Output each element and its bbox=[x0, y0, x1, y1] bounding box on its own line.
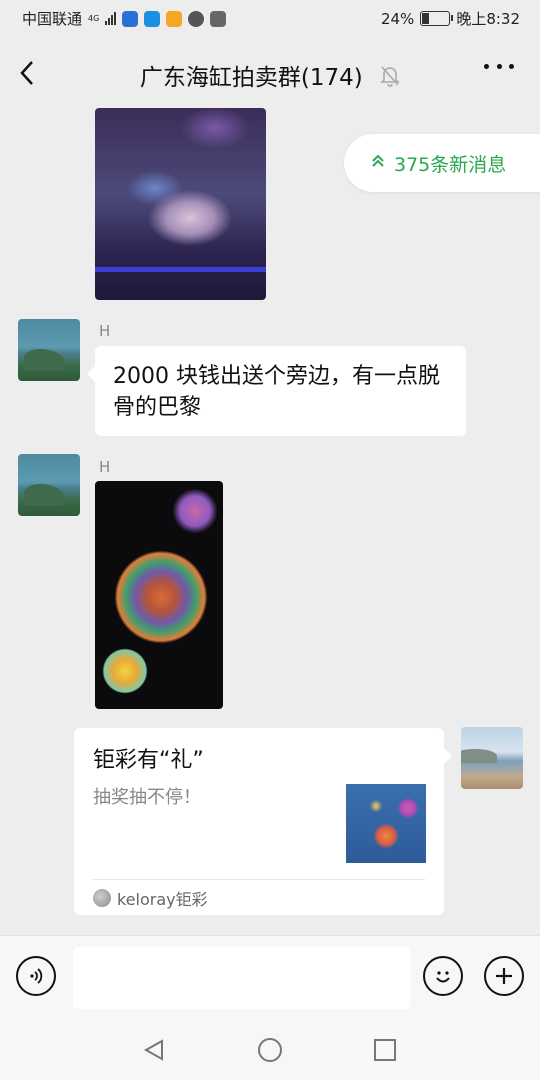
card-title: 钜彩有“礼” bbox=[93, 748, 204, 773]
status-right: 24% 晚上8:32 bbox=[381, 8, 520, 29]
system-nav-bar bbox=[0, 1019, 540, 1080]
avatar[interactable] bbox=[18, 319, 80, 381]
nav-home-icon[interactable] bbox=[257, 1037, 283, 1063]
signal-icon bbox=[105, 12, 117, 25]
more-dots-icon[interactable] bbox=[484, 61, 514, 71]
page-title: 广东海缸拍卖群(174) bbox=[0, 58, 540, 93]
status-bar: 中国联通 4G 24% 晚上8:32 bbox=[0, 0, 540, 38]
chat-header: 广东海缸拍卖群(174) bbox=[0, 38, 540, 108]
cloud-app-icon bbox=[144, 10, 161, 27]
nav-back-icon[interactable] bbox=[141, 1037, 167, 1063]
double-chevron-up-icon bbox=[372, 154, 384, 172]
ball-app-icon bbox=[188, 10, 205, 27]
message-input[interactable] bbox=[73, 947, 410, 1009]
image-message[interactable] bbox=[95, 108, 266, 300]
group-name: 广东海缸拍卖群(174) bbox=[139, 65, 363, 91]
card-divider bbox=[93, 879, 425, 880]
avatar[interactable] bbox=[18, 454, 80, 516]
taobao-app-icon bbox=[166, 10, 183, 27]
card-source: keloray钜彩 bbox=[93, 886, 208, 910]
bell-muted-icon bbox=[380, 65, 401, 93]
new-messages-button[interactable]: 375条新消息 bbox=[344, 134, 540, 192]
nav-recent-icon[interactable] bbox=[372, 1037, 398, 1063]
my-avatar[interactable] bbox=[461, 727, 523, 789]
sender-name: H bbox=[99, 322, 111, 340]
plus-icon[interactable] bbox=[484, 956, 524, 996]
image-message[interactable] bbox=[95, 481, 223, 709]
input-bar bbox=[0, 935, 540, 1019]
shield-app-icon bbox=[122, 10, 139, 27]
carrier-label: 中国联通 bbox=[22, 10, 83, 28]
voice-icon[interactable] bbox=[16, 956, 56, 996]
sender-name: H bbox=[99, 458, 111, 476]
new-messages-label: 375条新消息 bbox=[394, 153, 507, 176]
text-message-bubble[interactable]: 2000 块钱出送个旁边，有一点脱骨的巴黎 bbox=[87, 346, 466, 436]
emoji-icon[interactable] bbox=[423, 956, 463, 996]
battery-icon bbox=[420, 11, 454, 26]
source-logo-icon bbox=[93, 889, 111, 907]
network-label: 4G bbox=[88, 14, 100, 23]
battery-percent: 24% bbox=[380, 9, 415, 28]
link-card-message[interactable]: 钜彩有“礼” 抽奖抽不停！ keloray钜彩 bbox=[74, 728, 452, 915]
source-name: keloray钜彩 bbox=[117, 890, 208, 909]
card-thumbnail bbox=[346, 784, 426, 863]
chat-area[interactable]: 375条新消息 H 2000 块钱出送个旁边，有一点脱骨的巴黎 H 钜彩有“礼”… bbox=[0, 108, 540, 935]
news-app-icon bbox=[210, 10, 227, 27]
message-text: 2000 块钱出送个旁边，有一点脱骨的巴黎 bbox=[113, 364, 440, 420]
card-description: 抽奖抽不停！ bbox=[93, 787, 201, 808]
clock: 晚上8:32 bbox=[456, 10, 520, 28]
status-left: 中国联通 4G bbox=[22, 8, 227, 29]
